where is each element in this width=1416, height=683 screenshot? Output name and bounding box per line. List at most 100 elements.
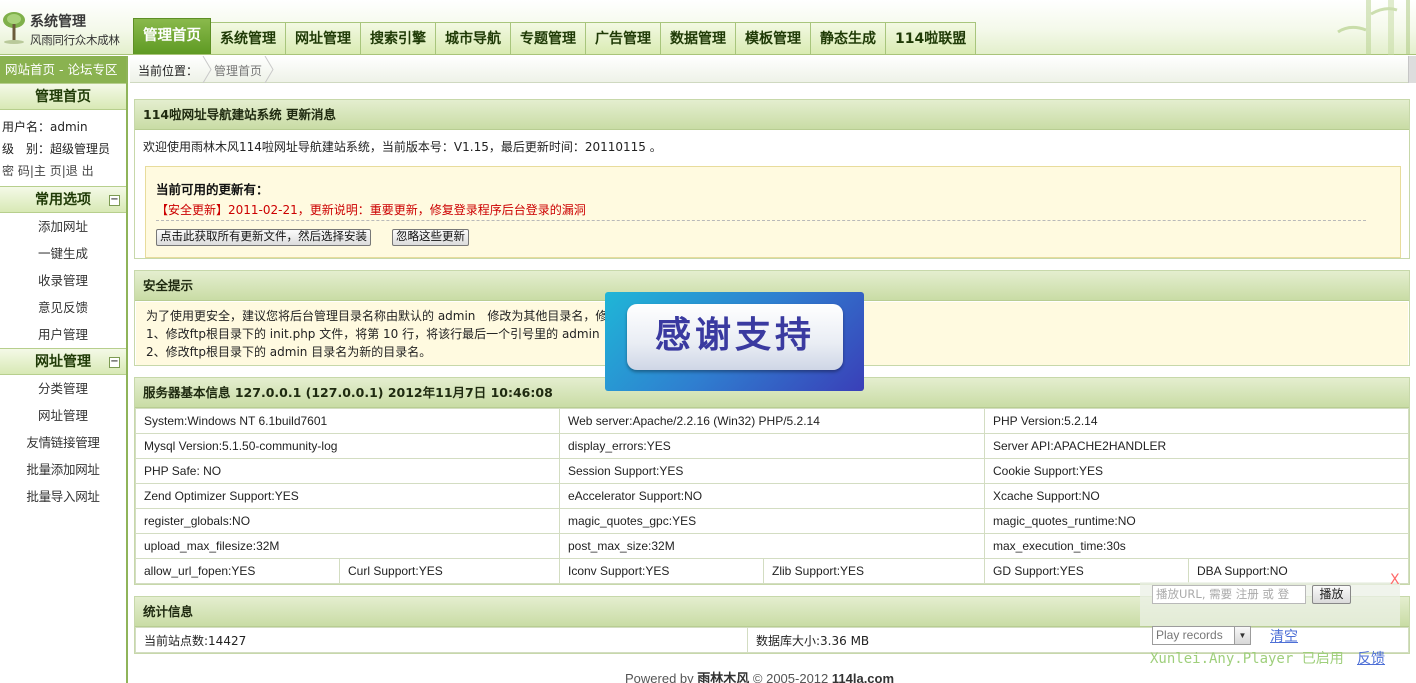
ignore-updates-button[interactable]: 忽略这些更新 [392,229,469,246]
tab-data[interactable]: 数据管理 [661,22,736,54]
home-link[interactable]: 主 页 [34,164,62,178]
table-cell: magic_quotes_gpc:YES [559,508,985,534]
table-cell: allow_url_fopen:YES [135,558,340,584]
table-cell: display_errors:YES [559,433,985,459]
sidebar: 网站首页 - 论坛专区 管理首页 用户名：admin 级 别：超级管理员 密 码… [0,56,128,683]
collapse-icon[interactable]: − [109,357,120,368]
tab-urls[interactable]: 网址管理 [286,22,361,54]
logo: 系统管理 风雨同行众木成林 [0,4,130,50]
tab-static[interactable]: 静态生成 [811,22,886,54]
footer: Powered by 雨林木风 © 2005-2012 114la.com [625,668,894,683]
user-info: 用户名：admin 级 别：超级管理员 密 码|主 页|退 出 [0,110,126,186]
table-cell: max_execution_time:30s [984,533,1409,559]
chevron-right-icon [202,56,212,83]
tab-home[interactable]: 管理首页 [133,18,211,54]
table-cell: PHP Version:5.2.14 [984,408,1409,434]
sidebar-item-one-click-generate[interactable]: 一键生成 [0,240,126,267]
table-cell: upload_max_filesize:32M [135,533,560,559]
play-records-select[interactable]: Play records ▼ [1152,626,1251,645]
breadcrumb-label: 当前位置： [138,64,199,78]
table-row: upload_max_filesize:32M post_max_size:32… [135,533,1409,559]
available-updates-title: 当前可用的更新有： [156,182,269,197]
table-row: System:Windows NT 6.1build7601 Web serve… [135,408,1409,434]
thanks-banner[interactable]: 感谢支持 [605,292,864,391]
breadcrumb-current[interactable]: 管理首页 [214,62,262,79]
table-cell: post_max_size:32M [559,533,985,559]
user-links: 密 码|主 页|退 出 [2,160,124,182]
security-update-item: 【安全更新】2011-02-21，更新说明：重要更新，修复登录程序后台登录的漏洞 [156,203,586,217]
sidebar-section-urls[interactable]: 网址管理 − [0,348,126,375]
play-url-input[interactable]: 播放URL, 需要 注册 或 登 [1152,585,1306,604]
table-cell: Server API:APACHE2HANDLER [984,433,1409,459]
sidebar-item-categories[interactable]: 分类管理 [0,375,126,402]
sidebar-item-batch-add[interactable]: 批量添加网址 [0,456,126,483]
tab-city-nav[interactable]: 城市导航 [436,22,511,54]
footer-brand[interactable]: 雨林木风 [697,671,749,683]
password-link[interactable]: 密 码 [2,164,30,178]
site-count: 当前站点数:14427 [135,627,748,653]
breadcrumb: 当前位置： 管理首页 [130,56,1416,83]
tree-logo-icon [3,12,25,44]
chevron-down-icon[interactable]: ▼ [1234,627,1250,644]
table-cell: Zlib Support:YES [763,558,985,584]
table-row: Mysql Version:5.1.50-community-log displ… [135,433,1409,459]
username-label: 用户名：admin [2,120,88,134]
chevron-right-icon [264,56,274,83]
available-updates-box: 当前可用的更新有： 【安全更新】2011-02-21，更新说明：重要更新，修复登… [145,166,1401,258]
table-cell: register_globals:NO [135,508,560,534]
sidebar-item-friend-links[interactable]: 友情链接管理 [0,429,126,456]
tab-union[interactable]: 114啦联盟 [886,22,977,54]
feedback-link[interactable]: 反馈 [1357,648,1385,668]
sidebar-section-urls-label: 网址管理 [35,354,91,370]
get-updates-button[interactable]: 点击此获取所有更新文件，然后选择安装 [156,229,371,246]
tab-topics[interactable]: 专题管理 [511,22,586,54]
sidebar-item-add-url[interactable]: 添加网址 [0,213,126,240]
tab-system[interactable]: 系统管理 [211,22,286,54]
sidebar-section-common[interactable]: 常用选项 − [0,186,126,213]
player-status-text: Xunlei.Any.Player 已启用 [1150,651,1344,667]
close-icon[interactable]: X [1390,572,1400,588]
table-cell: Zend Optimizer Support:YES [135,483,560,509]
logout-link[interactable]: 退 出 [66,164,94,178]
scrollbar[interactable] [1408,56,1416,83]
clear-link[interactable]: 清空 [1270,626,1298,646]
collapse-icon[interactable]: − [109,195,120,206]
table-cell: Iconv Support:YES [559,558,764,584]
logo-title: 系统管理 [30,14,86,30]
sidebar-item-feedback[interactable]: 意见反馈 [0,294,126,321]
top-header: 系统管理 风雨同行众木成林 管理首页 系统管理 网址管理 搜索引擎 城市导航 专… [0,0,1416,55]
sidebar-home-title: 管理首页 [0,83,126,110]
table-cell: eAccelerator Support:NO [559,483,985,509]
version-intro: 欢迎使用雨林木风114啦网址导航建站系统，当前版本号：V1.15，最后更新时间：… [143,140,662,154]
table-row: Zend Optimizer Support:YES eAccelerator … [135,483,1409,509]
tab-ads[interactable]: 广告管理 [586,22,661,54]
sidebar-item-submissions[interactable]: 收录管理 [0,267,126,294]
table-row: PHP Safe: NO Session Support:YES Cookie … [135,458,1409,484]
xunlei-player-widget: X 播放URL, 需要 注册 或 登 播放 Play records ▼ 清空 … [1140,572,1416,683]
sidebar-item-url-manage[interactable]: 网址管理 [0,402,126,429]
table-cell: System:Windows NT 6.1build7601 [135,408,560,434]
logo-slogan: 风雨同行众木成林 [30,33,120,47]
table-row: register_globals:NO magic_quotes_gpc:YES… [135,508,1409,534]
footer-copyright: © 2005-2012 [749,671,832,683]
server-info-panel: 服务器基本信息 127.0.0.1 (127.0.0.1) 2012年11月7日… [134,377,1410,585]
server-info-table: System:Windows NT 6.1build7601 Web serve… [135,408,1409,584]
tab-search-engines[interactable]: 搜索引擎 [361,22,436,54]
table-cell: Curl Support:YES [339,558,560,584]
update-panel-title: 114啦网址导航建站系统 更新消息 [135,100,1409,130]
footer-prefix: Powered by [625,671,698,683]
user-level-label: 级 别：超级管理员 [2,142,111,156]
table-cell: Web server:Apache/2.2.16 (Win32) PHP/5.2… [559,408,985,434]
thanks-banner-text: 感谢支持 [627,304,843,370]
tab-templates[interactable]: 模板管理 [736,22,811,54]
footer-domain[interactable]: 114la.com [832,671,894,683]
divider [156,220,1366,221]
sidebar-section-common-label: 常用选项 [35,192,91,208]
play-records-value: Play records [1156,628,1223,642]
sidebar-item-users[interactable]: 用户管理 [0,321,126,348]
play-button[interactable]: 播放 [1312,585,1351,604]
table-cell: Session Support:YES [559,458,985,484]
site-home-forum-link[interactable]: 网站首页 - 论坛专区 [0,56,126,83]
sidebar-item-batch-import[interactable]: 批量导入网址 [0,483,126,510]
update-panel: 114啦网址导航建站系统 更新消息 欢迎使用雨林木风114啦网址导航建站系统，当… [134,99,1410,259]
